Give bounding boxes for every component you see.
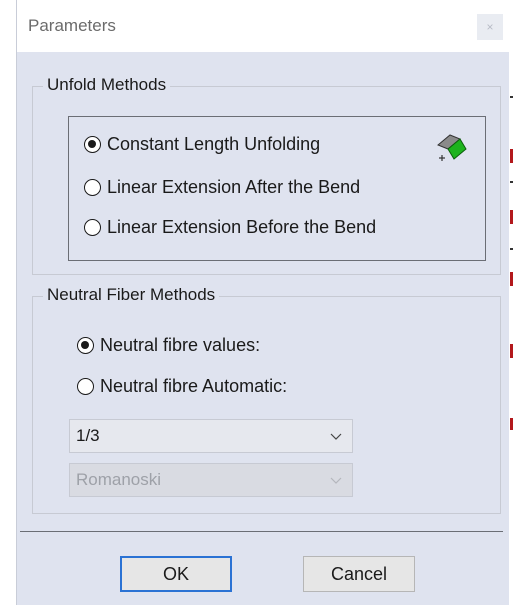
unfold-methods-options: Constant Length Unfolding Linear Extensi… xyxy=(68,116,486,261)
close-button[interactable]: × xyxy=(477,14,503,40)
chevron-down-icon xyxy=(330,433,342,440)
cancel-button[interactable]: Cancel xyxy=(303,556,415,592)
neutral-fiber-methods-group: Neutral Fiber Methods Neutral fibre valu… xyxy=(32,285,501,514)
radio-label: Linear Extension Before the Bend xyxy=(107,217,377,237)
radio-button[interactable] xyxy=(84,179,101,196)
radio-label: Linear Extension After the Bend xyxy=(107,177,361,197)
select-value: 1/3 xyxy=(76,426,100,445)
unfold-methods-title: Unfold Methods xyxy=(43,75,171,95)
radio-linear-after-bend[interactable]: Linear Extension After the Bend xyxy=(84,177,360,198)
select-value: Romanoski xyxy=(76,470,162,489)
radio-neutral-fibre-automatic[interactable]: Neutral fibre Automatic: xyxy=(77,376,287,397)
ok-button[interactable]: OK xyxy=(120,556,232,592)
radio-button-checked[interactable] xyxy=(84,136,101,153)
radio-constant-length[interactable]: Constant Length Unfolding xyxy=(84,134,320,155)
unfold-methods-group: Unfold Methods Constant Length Unfolding… xyxy=(32,75,501,275)
radio-neutral-fibre-values[interactable]: Neutral fibre values: xyxy=(77,335,260,356)
unfold-constant-length-icon xyxy=(437,134,467,161)
neutral-fiber-methods-title: Neutral Fiber Methods xyxy=(43,285,220,305)
neutral-fibre-auto-select: Romanoski xyxy=(69,463,353,497)
chevron-down-icon xyxy=(330,477,342,484)
close-icon: × xyxy=(486,20,494,34)
dialog-title: Parameters xyxy=(28,16,116,35)
radio-label: Neutral fibre values: xyxy=(100,335,261,355)
parameters-dialog: Parameters × Unfold Methods Constant Len… xyxy=(16,0,509,605)
radio-button[interactable] xyxy=(77,378,94,395)
neutral-fibre-value-select[interactable]: 1/3 xyxy=(69,419,353,453)
radio-label: Neutral fibre Automatic: xyxy=(100,376,288,396)
background-window-edge xyxy=(510,0,514,605)
divider xyxy=(20,531,503,532)
title-bar: Parameters × xyxy=(17,0,509,52)
radio-button-checked[interactable] xyxy=(77,337,94,354)
radio-label: Constant Length Unfolding xyxy=(107,134,321,154)
radio-button[interactable] xyxy=(84,219,101,236)
radio-linear-before-bend[interactable]: Linear Extension Before the Bend xyxy=(84,217,376,238)
